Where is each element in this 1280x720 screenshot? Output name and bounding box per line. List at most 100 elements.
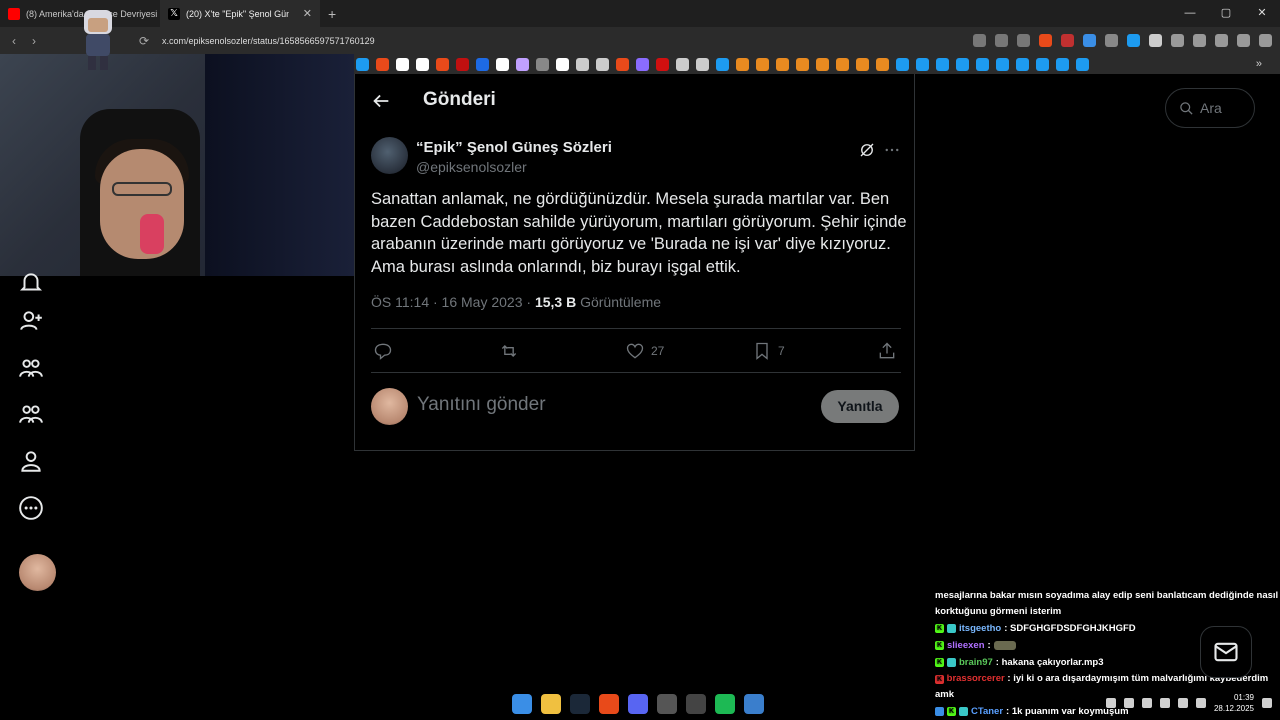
bookmark-favicon-icon[interactable] <box>476 57 489 71</box>
reply-button[interactable]: Yanıtla <box>821 390 899 423</box>
notification-bell-icon[interactable] <box>1262 698 1272 708</box>
taskbar-app-icon[interactable] <box>744 694 764 714</box>
follow-icon[interactable] <box>18 308 44 334</box>
extension-icon[interactable] <box>1149 34 1162 47</box>
zoom-icon[interactable] <box>995 34 1008 47</box>
bookmark-favicon-icon[interactable] <box>936 57 949 71</box>
more-icon[interactable] <box>883 141 901 159</box>
tray-app-icon[interactable] <box>1123 698 1134 708</box>
bookmark-favicon-icon[interactable] <box>836 57 849 71</box>
bookmark-favicon-icon[interactable] <box>676 57 689 71</box>
share-icon[interactable] <box>1017 34 1030 47</box>
back-nav-icon[interactable]: ‹ <box>4 34 24 48</box>
clock[interactable]: 01:39 28.12.2025 <box>1214 692 1254 714</box>
puzzle-icon[interactable] <box>1171 34 1184 47</box>
tray-app-icon[interactable] <box>1141 698 1152 708</box>
reload-icon[interactable]: ⟳ <box>134 34 154 48</box>
messages-button[interactable] <box>1200 626 1252 678</box>
back-arrow-icon[interactable] <box>370 90 392 112</box>
author-handle[interactable]: @epiksenolsozler <box>416 159 527 175</box>
bookmark-favicon-icon[interactable] <box>1056 57 1069 71</box>
volume-icon[interactable] <box>1177 698 1188 708</box>
share-action[interactable] <box>877 341 897 361</box>
bookmark-favicon-icon[interactable] <box>916 57 929 71</box>
tray-app-icon[interactable] <box>1159 698 1170 708</box>
communities-icon[interactable] <box>18 355 44 381</box>
bookmark-favicon-icon[interactable] <box>756 57 769 71</box>
account-avatar[interactable] <box>19 554 56 591</box>
sidebar-icon[interactable] <box>1193 34 1206 47</box>
more-options-icon[interactable] <box>18 495 44 521</box>
extension-icon[interactable] <box>1105 34 1118 47</box>
bookmark-favicon-icon[interactable] <box>416 57 429 71</box>
bookmark-favicon-icon[interactable] <box>436 57 449 71</box>
bookmark-favicon-icon[interactable] <box>456 57 469 71</box>
bookmark-favicon-icon[interactable] <box>616 57 629 71</box>
communities-icon[interactable] <box>18 401 44 427</box>
extension-icon[interactable] <box>1083 34 1096 47</box>
repost-action[interactable] <box>499 341 519 361</box>
taskbar-app-icon[interactable] <box>570 694 590 714</box>
taskbar-app-icon[interactable] <box>541 694 561 714</box>
author-avatar[interactable] <box>371 137 408 174</box>
bookmark-favicon-icon[interactable] <box>1036 57 1049 71</box>
bookmark-favicon-icon[interactable] <box>636 57 649 71</box>
profile-icon[interactable] <box>18 448 44 474</box>
tweet-timestamp[interactable]: ÖS 11:14 · 16 May 2023 · <box>371 294 535 310</box>
cast-icon[interactable] <box>973 34 986 47</box>
bookmark-favicon-icon[interactable] <box>856 57 869 71</box>
maximize-button[interactable]: ▢ <box>1208 0 1244 27</box>
taskbar-app-icon[interactable] <box>686 694 706 714</box>
search-input[interactable]: Ara <box>1165 88 1255 128</box>
brave-shield-icon[interactable] <box>1039 34 1052 47</box>
extension-icon[interactable] <box>1061 34 1074 47</box>
bookmark-favicon-icon[interactable] <box>396 57 409 71</box>
close-window-button[interactable]: ✕ <box>1244 0 1280 27</box>
bookmark-favicon-icon[interactable] <box>536 57 549 71</box>
bookmark-favicon-icon[interactable] <box>876 57 889 71</box>
forward-nav-icon[interactable]: › <box>24 34 44 48</box>
close-tab-icon[interactable]: ✕ <box>303 7 312 20</box>
bookmark-favicon-icon[interactable] <box>796 57 809 71</box>
bookmark-favicon-icon[interactable] <box>996 57 1009 71</box>
bookmark-favicon-icon[interactable] <box>776 57 789 71</box>
bookmark-favicon-icon[interactable] <box>736 57 749 71</box>
reply-action[interactable] <box>373 341 393 361</box>
address-bar[interactable]: x.com/epiksenolsozler/status/16585665975… <box>162 36 375 46</box>
bookmark-favicon-icon[interactable] <box>976 57 989 71</box>
bookmark-favicon-icon[interactable] <box>516 57 529 71</box>
bookmark-favicon-icon[interactable] <box>376 57 389 71</box>
download-icon[interactable] <box>1215 34 1228 47</box>
bookmarks-overflow-button[interactable]: » <box>1256 54 1262 74</box>
bookmark-action[interactable]: 7 <box>752 341 785 361</box>
taskbar-app-icon[interactable] <box>512 694 532 714</box>
network-icon[interactable] <box>1195 698 1206 708</box>
minimize-button[interactable]: — <box>1172 0 1208 27</box>
bookmark-favicon-icon[interactable] <box>596 57 609 71</box>
bookmark-favicon-icon[interactable] <box>1016 57 1029 71</box>
bookmark-favicon-icon[interactable] <box>496 57 509 71</box>
notifications-icon[interactable] <box>18 270 44 296</box>
taskbar-app-icon[interactable] <box>628 694 648 714</box>
bookmark-favicon-icon[interactable] <box>1076 57 1089 71</box>
taskbar-app-icon[interactable] <box>657 694 677 714</box>
bookmark-favicon-icon[interactable] <box>696 57 709 71</box>
like-action[interactable]: 27 <box>625 341 664 361</box>
grok-icon[interactable] <box>858 141 876 159</box>
bookmark-favicon-icon[interactable] <box>556 57 569 71</box>
media-icon[interactable] <box>1237 34 1250 47</box>
menu-icon[interactable] <box>1259 34 1272 47</box>
tray-chevron-icon[interactable] <box>1105 698 1116 708</box>
taskbar-app-icon[interactable] <box>599 694 619 714</box>
reply-input[interactable]: Yanıtını gönder <box>417 394 546 416</box>
taskbar-app-icon[interactable] <box>715 694 735 714</box>
extension-icon[interactable] <box>1127 34 1140 47</box>
bookmark-favicon-icon[interactable] <box>956 57 969 71</box>
bookmark-favicon-icon[interactable] <box>576 57 589 71</box>
bookmark-favicon-icon[interactable] <box>816 57 829 71</box>
bookmark-favicon-icon[interactable] <box>356 57 369 71</box>
bookmark-favicon-icon[interactable] <box>656 57 669 71</box>
new-tab-button[interactable]: + <box>320 6 344 22</box>
bookmark-favicon-icon[interactable] <box>716 57 729 71</box>
author-name[interactable]: “Epik” Şenol Güneş Sözleri <box>416 139 612 156</box>
